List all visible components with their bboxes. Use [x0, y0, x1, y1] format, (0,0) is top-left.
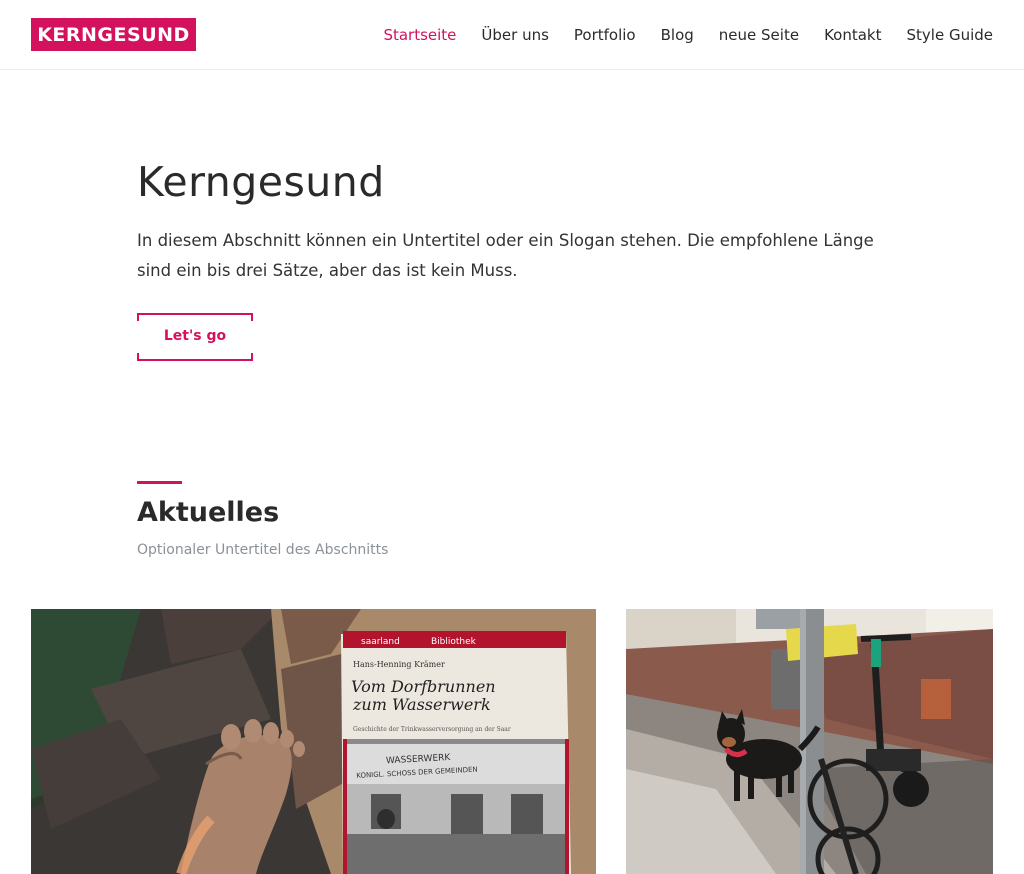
- hero-subtitle: In diesem Abschnitt können ein Untertite…: [137, 231, 874, 280]
- site-logo[interactable]: KERNGESUND: [31, 18, 196, 51]
- site-header: KERNGESUND Startseite Über uns Portfolio…: [0, 0, 1024, 70]
- lets-go-button[interactable]: Let's go: [137, 313, 253, 361]
- nav-item-portfolio[interactable]: Portfolio: [574, 24, 636, 46]
- news-card-1[interactable]: saarland Bibliothek Hans-Henning Krämer …: [31, 609, 596, 874]
- book-subtitle: Geschichte der Trinkwasserversorgung an …: [353, 726, 511, 733]
- main-nav: Startseite Über uns Portfolio Blog neue …: [358, 24, 993, 46]
- nav-item-startseite[interactable]: Startseite: [383, 24, 456, 46]
- lets-go-label: Let's go: [163, 328, 227, 344]
- button-bracket-top: [137, 313, 253, 321]
- book-series-right: Bibliothek: [431, 637, 477, 647]
- nav-item-blog[interactable]: Blog: [661, 24, 694, 46]
- book-series-left: saarland: [361, 637, 400, 647]
- button-bracket-bottom: [137, 353, 253, 361]
- book-title-line2: zum Wasserwerk: [352, 695, 491, 714]
- book-cover: saarland Bibliothek Hans-Henning Krämer …: [341, 631, 571, 874]
- nav-item-style-guide[interactable]: Style Guide: [907, 24, 994, 46]
- nav-item-ueber-uns[interactable]: Über uns: [481, 24, 549, 46]
- nav-item-kontakt[interactable]: Kontakt: [824, 24, 881, 46]
- photo-foot-and-book: saarland Bibliothek Hans-Henning Krämer …: [31, 609, 596, 874]
- section-subtitle: Optionaler Untertitel des Abschnitts: [137, 542, 389, 558]
- book-title-line1: Vom Dorfbrunnen: [351, 677, 496, 696]
- hero-title: Kerngesund: [137, 158, 385, 206]
- section-title: Aktuelles: [137, 497, 280, 528]
- book-author: Hans-Henning Krämer: [353, 660, 445, 669]
- nav-item-neue-seite[interactable]: neue Seite: [719, 24, 799, 46]
- section-accent-line: [137, 481, 182, 484]
- news-card-2[interactable]: [626, 609, 993, 874]
- photo-dog-and-scooter: [626, 609, 993, 874]
